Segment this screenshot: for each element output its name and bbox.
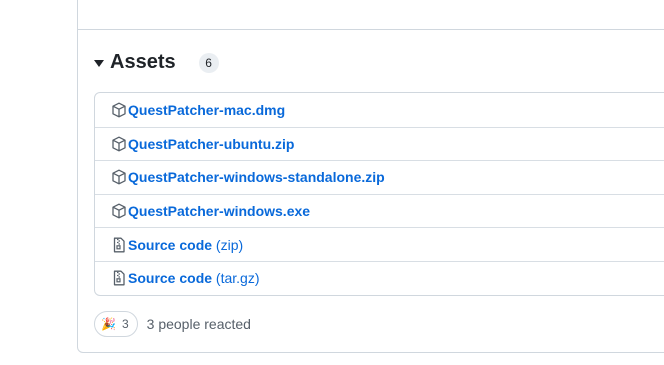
reaction-count: 3 <box>121 317 129 331</box>
reactions-bar: 🎉 3 3 people reacted <box>94 311 251 337</box>
file-zip-icon <box>111 237 127 253</box>
reaction-summary: 3 people reacted <box>146 316 251 332</box>
asset-row: QuestPatcher-mac.dmg <box>95 93 664 127</box>
release-card: Assets 6 QuestPatcher-mac.dmg QuestPatch… <box>77 0 664 353</box>
asset-row: Source code (tar.gz) <box>95 260 664 295</box>
asset-link[interactable]: QuestPatcher-windows-standalone.zip <box>128 169 385 185</box>
caret-down-icon <box>94 59 104 67</box>
asset-list: QuestPatcher-mac.dmg QuestPatcher-ubuntu… <box>94 92 664 296</box>
file-zip-icon <box>111 270 127 286</box>
package-icon <box>111 136 127 152</box>
assets-title: Assets <box>110 51 176 73</box>
assets-toggle[interactable]: Assets 6 <box>94 51 219 74</box>
divider <box>78 29 664 30</box>
reaction-hooray-button[interactable]: 🎉 3 <box>94 311 138 337</box>
asset-link[interactable]: QuestPatcher-mac.dmg <box>128 102 285 118</box>
package-icon <box>111 169 127 185</box>
asset-link[interactable]: Source code (zip) <box>128 237 243 253</box>
asset-row: QuestPatcher-windows.exe <box>95 193 664 228</box>
package-icon <box>111 102 127 118</box>
asset-link[interactable]: QuestPatcher-windows.exe <box>128 203 310 219</box>
asset-link[interactable]: Source code (tar.gz) <box>128 270 260 286</box>
package-icon <box>111 203 127 219</box>
asset-link[interactable]: QuestPatcher-ubuntu.zip <box>128 136 294 152</box>
asset-row: Source code (zip) <box>95 227 664 261</box>
asset-row: QuestPatcher-ubuntu.zip <box>95 126 664 161</box>
tada-icon: 🎉 <box>101 317 116 331</box>
assets-count-badge: 6 <box>198 52 219 73</box>
asset-row: QuestPatcher-windows-standalone.zip <box>95 160 664 194</box>
